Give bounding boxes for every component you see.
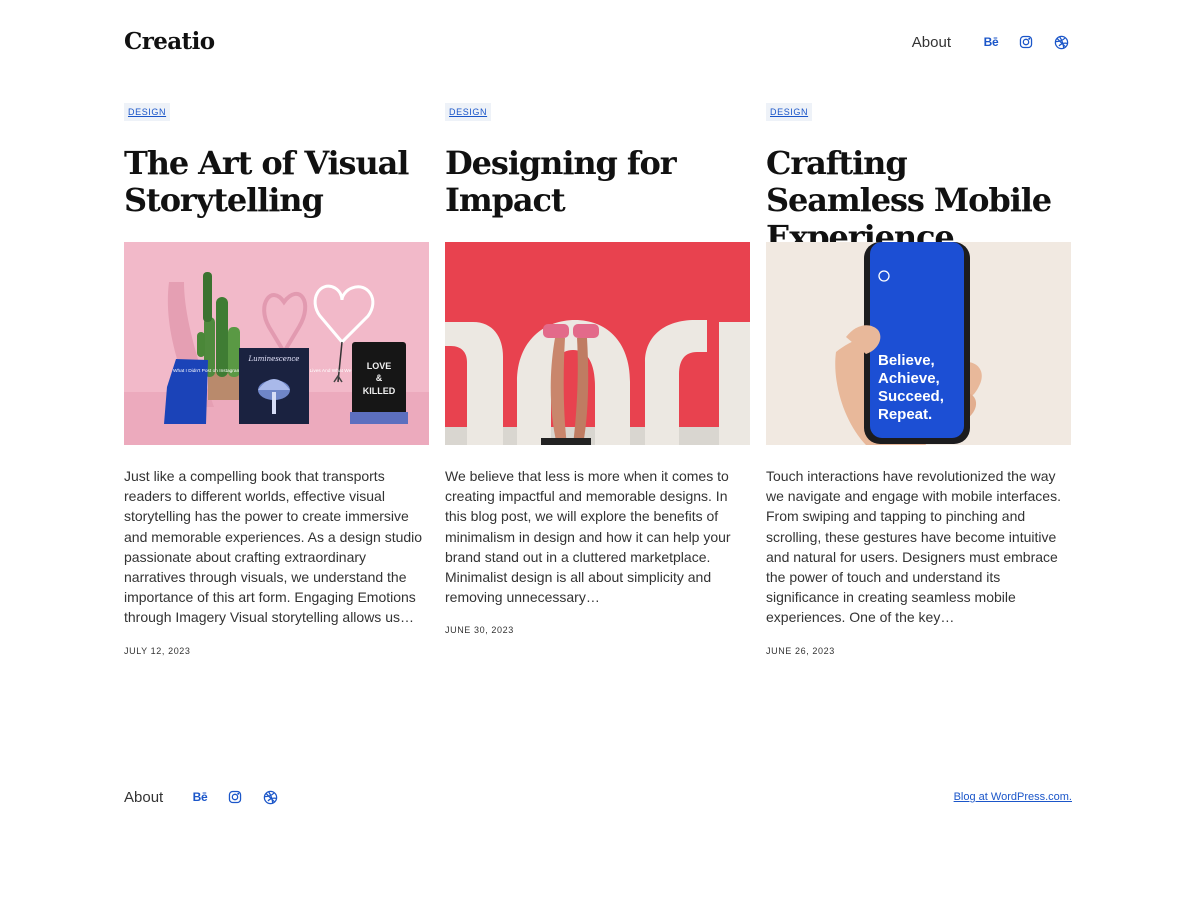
post-featured-image[interactable]: Believe, Achieve, Succeed, Repeat. <box>766 242 1071 445</box>
phone-text-line-3: Succeed, <box>878 388 944 405</box>
instagram-icon <box>1019 35 1033 49</box>
book-right-line-1: LOVE <box>367 361 392 371</box>
header-nav: About Bē <box>912 31 1072 53</box>
posts-grid: DESIGN The Art of Visual Storytelling Wh… <box>124 103 1072 656</box>
category-tag[interactable]: DESIGN <box>124 103 171 121</box>
dribbble-icon <box>263 790 277 804</box>
phone-text-line-1: Believe, <box>878 352 935 369</box>
behance-link[interactable]: Bē <box>980 31 1002 53</box>
post-date: JULY 12, 2023 <box>124 645 191 656</box>
instagram-link[interactable] <box>1015 31 1037 53</box>
instagram-icon <box>228 790 242 804</box>
dribbble-link[interactable] <box>1050 31 1072 53</box>
post-featured-image[interactable] <box>445 242 750 445</box>
post-featured-image[interactable]: What I Didn't Post on Instagram: A Colle… <box>124 242 429 445</box>
phone-text-line-2: Achieve, <box>878 370 940 387</box>
footer-about-link[interactable]: About <box>124 789 163 806</box>
post-card: DESIGN Crafting Seamless Mobile Experien… <box>766 103 1071 656</box>
post-card: DESIGN Designing for Impact We believe t… <box>445 103 750 656</box>
book-middle-title: Luminescence <box>248 355 300 363</box>
impact-image <box>445 242 750 445</box>
post-title[interactable]: The Art of Visual Storytelling <box>124 145 429 219</box>
post-title[interactable]: Designing for Impact <box>445 145 750 219</box>
post-excerpt: Just like a compelling book that transpo… <box>124 468 423 626</box>
post-date: JUNE 30, 2023 <box>445 625 514 636</box>
post-excerpt: Touch interactions have revolutionized t… <box>766 468 1061 626</box>
post-date: JUNE 26, 2023 <box>766 645 835 656</box>
footer-social-icons: Bē <box>176 786 281 808</box>
footer-behance-link[interactable]: Bē <box>189 786 211 808</box>
book-right-line-3: KILLED <box>363 386 396 396</box>
post-card: DESIGN The Art of Visual Storytelling Wh… <box>124 103 429 656</box>
book-right-line-2: & <box>376 373 383 383</box>
behance-icon: Bē <box>192 790 208 804</box>
footer-dribbble-link[interactable] <box>259 786 281 808</box>
site-title[interactable]: Creatio <box>124 28 215 55</box>
storytelling-image: What I Didn't Post on Instagram: A Colle… <box>124 242 429 445</box>
dribbble-icon <box>1054 35 1068 49</box>
site-footer: About Bē Blog at WordPress.com. <box>124 788 1072 808</box>
footer-instagram-link[interactable] <box>224 786 246 808</box>
category-tag[interactable]: DESIGN <box>445 103 492 121</box>
phone-text-line-4: Repeat. <box>878 406 932 423</box>
wordpress-credit-link[interactable]: Blog at WordPress.com. <box>954 791 1072 803</box>
mobile-image: Believe, Achieve, Succeed, Repeat. <box>766 242 1071 445</box>
post-excerpt: We believe that less is more when it com… <box>445 468 731 606</box>
behance-icon: Bē <box>983 35 999 49</box>
category-tag[interactable]: DESIGN <box>766 103 813 121</box>
nav-about-link[interactable]: About <box>912 34 951 51</box>
post-title[interactable]: Crafting Seamless Mobile Experience <box>766 145 1071 256</box>
